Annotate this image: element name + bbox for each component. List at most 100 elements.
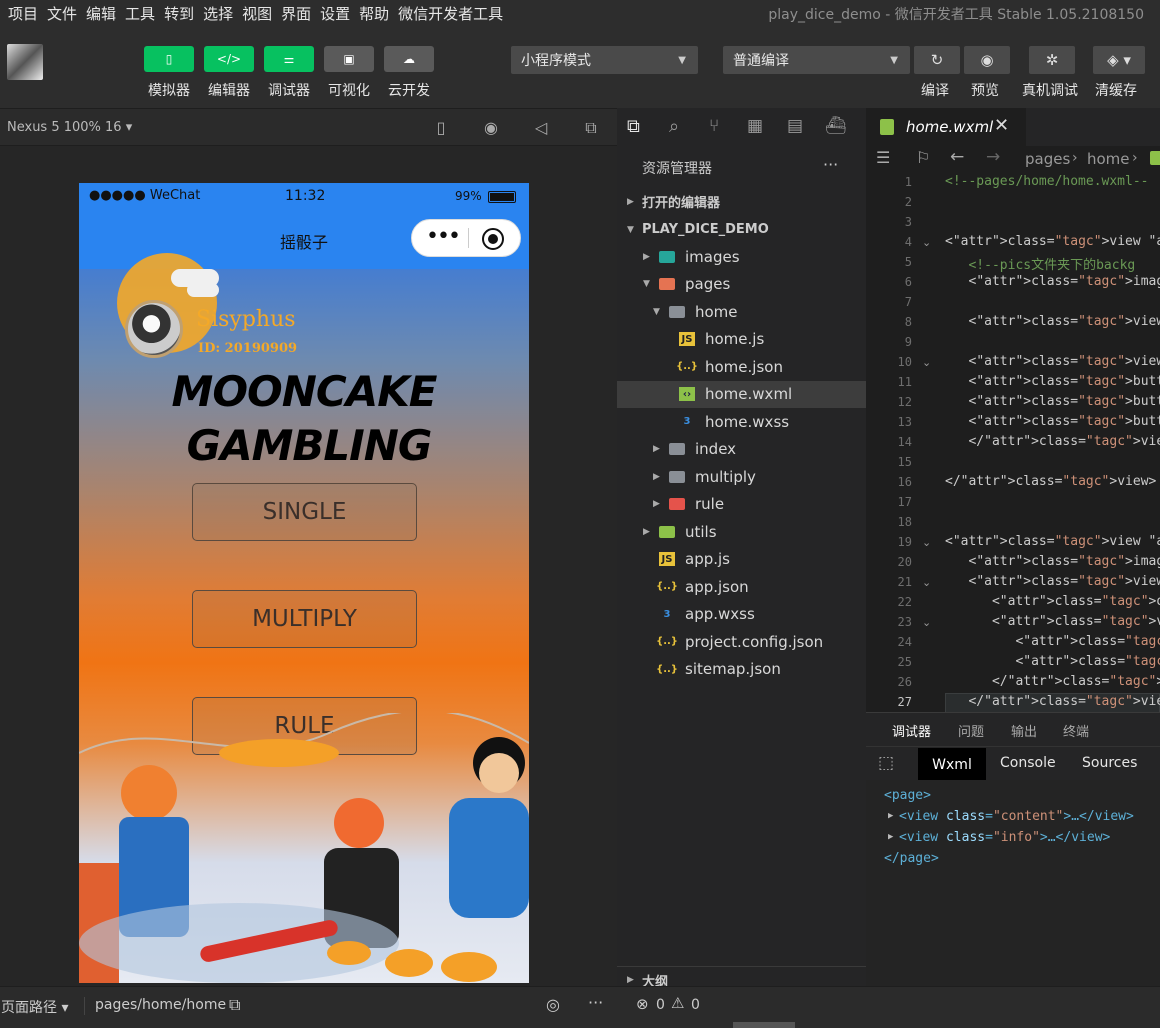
tree-file[interactable]: ‹› home.wxml	[617, 380, 866, 408]
record-icon[interactable]: ◉	[481, 118, 501, 138]
page-path-select[interactable]: 页面路径 ▾	[1, 997, 68, 1017]
menu-item[interactable]: 选择	[203, 3, 233, 24]
error-count[interactable]: 0	[656, 997, 665, 1013]
copy-icon[interactable]: ⧉	[229, 995, 240, 1015]
menu-item[interactable]: 文件	[47, 3, 77, 24]
fold-chevron-icon[interactable]: ⌄	[922, 236, 931, 249]
folder-icon	[659, 525, 675, 538]
tree-file[interactable]: JS home.js	[617, 326, 866, 353]
js-file-icon: JS	[679, 332, 695, 346]
tree-file[interactable]: 3 app.wxss	[617, 601, 866, 628]
breadcrumb-pages[interactable]: pages	[1025, 150, 1070, 168]
tree-file[interactable]: {..} sitemap.json	[617, 656, 866, 683]
more-actions-icon[interactable]: ···	[823, 155, 838, 174]
layers-button[interactable]: ◈ ▾	[1093, 46, 1145, 74]
devtools-subtab[interactable]: Wxml	[918, 748, 986, 781]
devtools-tab[interactable]: 终端	[1063, 721, 1089, 740]
menu-item[interactable]: 工具	[125, 3, 155, 24]
menu-item[interactable]: 项目	[8, 3, 38, 24]
close-icon[interactable]: ✕	[994, 115, 1009, 136]
folder-icon	[669, 498, 685, 510]
code-editor[interactable]: 1 <!--pages/home/home.wxml-- 2 3 4 ⌄ <"attr">c…	[866, 172, 1160, 712]
tree-folder[interactable]: ▶ utils	[617, 518, 866, 545]
wxml-node[interactable]: <view class="info">…</view>	[899, 830, 1110, 845]
phone-toggle-button[interactable]: ▯	[144, 46, 194, 72]
open-editors-section[interactable]: ▶ 打开的编辑器	[617, 188, 866, 215]
tree-folder[interactable]: ▶ multiply	[617, 463, 866, 490]
devtools-tab[interactable]: 输出	[1011, 721, 1037, 740]
fold-chevron-icon[interactable]: ⌄	[922, 576, 931, 589]
list-icon[interactable]: ☰	[876, 148, 890, 167]
menu-item[interactable]: 编辑	[86, 3, 116, 24]
code-toggle-button[interactable]: </>	[204, 46, 254, 72]
search-icon[interactable]: ⌕	[669, 116, 679, 137]
menu-item[interactable]: 界面	[281, 3, 311, 24]
tab-home-wxml[interactable]: home.wxml ✕	[866, 108, 1026, 146]
fold-chevron-icon[interactable]: ⌄	[922, 536, 931, 549]
compile-select[interactable]: 普通编译 ▼	[723, 46, 910, 74]
tree-file[interactable]: {..} app.json	[617, 573, 866, 600]
chevron-down-icon: ▼	[653, 306, 660, 317]
cloud-toggle-button[interactable]: ☁	[384, 46, 434, 72]
tree-folder[interactable]: ▶ rule	[617, 491, 866, 518]
extensions-icon[interactable]: ▦	[747, 116, 763, 136]
back-arrow-icon[interactable]: ←	[950, 147, 964, 167]
devtools-tab[interactable]: 问题	[958, 721, 984, 740]
tree-file[interactable]: {..} project.config.json	[617, 628, 866, 655]
tree-item-label: index	[695, 440, 737, 458]
eye-icon[interactable]: ◎	[546, 995, 560, 1014]
phone-icon[interactable]: ▯	[431, 118, 451, 138]
single-button[interactable]: SINGLE	[192, 483, 417, 541]
docker-icon[interactable]: ⛴	[825, 116, 847, 136]
line-number: 23	[897, 615, 912, 629]
menu-item[interactable]: 帮助	[359, 3, 389, 24]
warning-count[interactable]: 0	[691, 997, 700, 1013]
tree-folder[interactable]: ▶ index	[617, 436, 866, 463]
mode-select[interactable]: 小程序模式 ▼	[511, 46, 698, 74]
forward-arrow-icon[interactable]: →	[986, 147, 1000, 167]
device-select[interactable]: Nexus 5 100% 16 ▾	[7, 120, 132, 135]
expand-triangle-icon[interactable]: ▶	[888, 832, 893, 842]
tree-folder[interactable]: ▶ images	[617, 243, 866, 270]
inspect-icon[interactable]: ⬚	[878, 753, 894, 773]
more-icon[interactable]: ···	[588, 993, 603, 1012]
storage-icon[interactable]: ▤	[787, 116, 803, 136]
avatar[interactable]	[7, 44, 43, 80]
more-icon[interactable]: •••	[426, 224, 461, 249]
multiply-button[interactable]: MULTIPLY	[192, 590, 417, 648]
refresh-button[interactable]: ↻	[914, 46, 960, 74]
menu-item[interactable]: 微信开发者工具	[398, 3, 503, 24]
capsule-menu[interactable]: •••	[411, 219, 521, 257]
volume-icon[interactable]: ◁	[531, 118, 551, 138]
fold-chevron-icon[interactable]: ⌄	[922, 356, 931, 369]
wxml-node[interactable]: </page>	[884, 851, 939, 866]
menu-item[interactable]: 视图	[242, 3, 272, 24]
files-icon[interactable]: ⧉	[627, 116, 640, 137]
tree-folder[interactable]: ▼ home	[617, 298, 866, 325]
window-icon[interactable]: ⧉	[581, 118, 601, 138]
tree-file[interactable]: 3 home.wxss	[617, 408, 866, 435]
bookmark-icon[interactable]: ⚐	[916, 148, 930, 167]
bug-button[interactable]: ✲	[1029, 46, 1075, 74]
source-control-icon[interactable]: ⑂	[709, 116, 719, 136]
sliders-toggle-button[interactable]: ⚌	[264, 46, 314, 72]
tree-file[interactable]: JS app.js	[617, 546, 866, 573]
expand-triangle-icon[interactable]: ▶	[888, 811, 893, 821]
breadcrumb-home[interactable]: home	[1087, 150, 1130, 168]
tree-folder[interactable]: ▼ pages	[617, 271, 866, 298]
devtools-tab[interactable]: 调试器	[892, 721, 932, 747]
wxml-node[interactable]: <view class="content">…</view>	[899, 809, 1134, 824]
close-circle-icon[interactable]	[482, 228, 504, 250]
menu-item[interactable]: 转到	[164, 3, 194, 24]
devtools-subtab[interactable]: Console	[1000, 755, 1056, 771]
layout-toggle-button[interactable]: ▣	[324, 46, 374, 72]
tree-file[interactable]: {..} home.json	[617, 353, 866, 380]
menu-item[interactable]: 设置	[320, 3, 350, 24]
wxml-node[interactable]: <page>	[884, 788, 931, 803]
fold-chevron-icon[interactable]: ⌄	[922, 616, 931, 629]
project-section[interactable]: ▼ PLAY_DICE_DEMO	[617, 216, 866, 243]
eye-button[interactable]: ◉	[964, 46, 1010, 74]
devtools-subtab[interactable]: Sources	[1082, 755, 1137, 771]
layout-icon: ▣	[343, 52, 355, 66]
wxss-file-icon: 3	[663, 608, 671, 620]
